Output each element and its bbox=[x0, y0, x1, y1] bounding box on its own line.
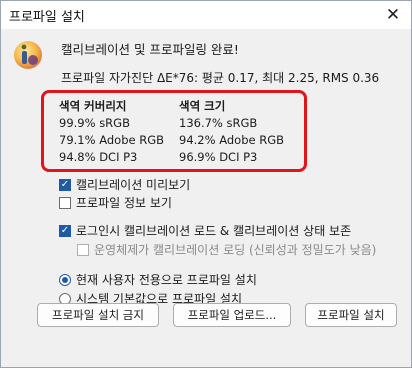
gamut-highlight-box: 색역 커버리지 99.9% sRGB 79.1% Adobe RGB 94.8%… bbox=[41, 90, 307, 172]
install-current-user-radio[interactable]: 현재 사용자 전용으로 프로파일 설치 bbox=[59, 271, 257, 288]
info-icon bbox=[14, 41, 42, 69]
gamut-volume-header: 색역 크기 bbox=[179, 99, 226, 113]
preview-calibration-label: 캘리브레이션 미리보기 bbox=[76, 178, 191, 192]
gamut-coverage-adobergb: 79.1% Adobe RGB bbox=[59, 133, 165, 147]
verification-summary: 프로파일 자가진단 ΔE*76: 평균 0.17, 최대 2.25, RMS 0… bbox=[61, 71, 380, 85]
completion-heading: 캘리브레이션 및 프로파일링 완료! bbox=[61, 42, 239, 57]
checkbox-empty-icon bbox=[59, 196, 71, 209]
dont-install-profile-button[interactable]: 프로파일 설치 금지 bbox=[37, 303, 159, 327]
load-on-login-label: 로그인시 캘리브레이션 로드 & 캘리브레이션 상태 보존 bbox=[76, 224, 352, 238]
upload-profile-button[interactable]: 프로파일 업로드... bbox=[173, 303, 291, 327]
load-on-login-checkbox[interactable]: ✓ 로그인시 캘리브레이션 로드 & 캘리브레이션 상태 보존 bbox=[59, 222, 351, 239]
radio-selected-icon bbox=[59, 273, 71, 286]
checkmark-icon: ✓ bbox=[59, 224, 71, 237]
title-bar: 프로파일 설치 ✕ bbox=[1, 1, 411, 29]
install-profile-button[interactable]: 프로파일 설치 bbox=[305, 303, 397, 327]
install-current-user-label: 현재 사용자 전용으로 프로파일 설치 bbox=[76, 273, 257, 287]
os-load-label: 운영체제가 캘리브레이션 로딩 (신뢰성과 정밀도가 낮음) bbox=[94, 243, 377, 257]
show-profile-info-label: 프로파일 정보 보기 bbox=[76, 196, 172, 210]
preview-calibration-checkbox[interactable]: ✓ 캘리브레이션 미리보기 bbox=[59, 176, 190, 193]
os-load-checkbox: 운영체제가 캘리브레이션 로딩 (신뢰성과 정밀도가 낮음) bbox=[77, 241, 376, 258]
gamut-coverage-dcip3: 94.8% DCI P3 bbox=[59, 150, 138, 164]
install-profile-dialog: 프로파일 설치 ✕ 캘리브레이션 및 프로파일링 완료! 프로파일 자가진단 Δ… bbox=[0, 0, 412, 368]
checkbox-disabled-icon bbox=[77, 243, 89, 256]
checkmark-icon: ✓ bbox=[59, 178, 71, 191]
gamut-volume-srgb: 136.7% sRGB bbox=[179, 116, 258, 130]
window-title: 프로파일 설치 bbox=[9, 10, 85, 25]
gamut-coverage-srgb: 99.9% sRGB bbox=[59, 116, 130, 130]
gamut-volume-adobergb: 94.2% Adobe RGB bbox=[179, 133, 285, 147]
gamut-coverage-column: 색역 커버리지 99.9% sRGB 79.1% Adobe RGB 94.8%… bbox=[59, 98, 164, 166]
gamut-coverage-header: 색역 커버리지 bbox=[59, 99, 127, 113]
show-profile-info-checkbox[interactable]: 프로파일 정보 보기 bbox=[59, 194, 172, 211]
close-icon[interactable]: ✕ bbox=[379, 3, 407, 27]
gamut-volume-column: 색역 크기 136.7% sRGB 94.2% Adobe RGB 96.9% … bbox=[179, 98, 284, 166]
gamut-volume-dcip3: 96.9% DCI P3 bbox=[179, 150, 258, 164]
